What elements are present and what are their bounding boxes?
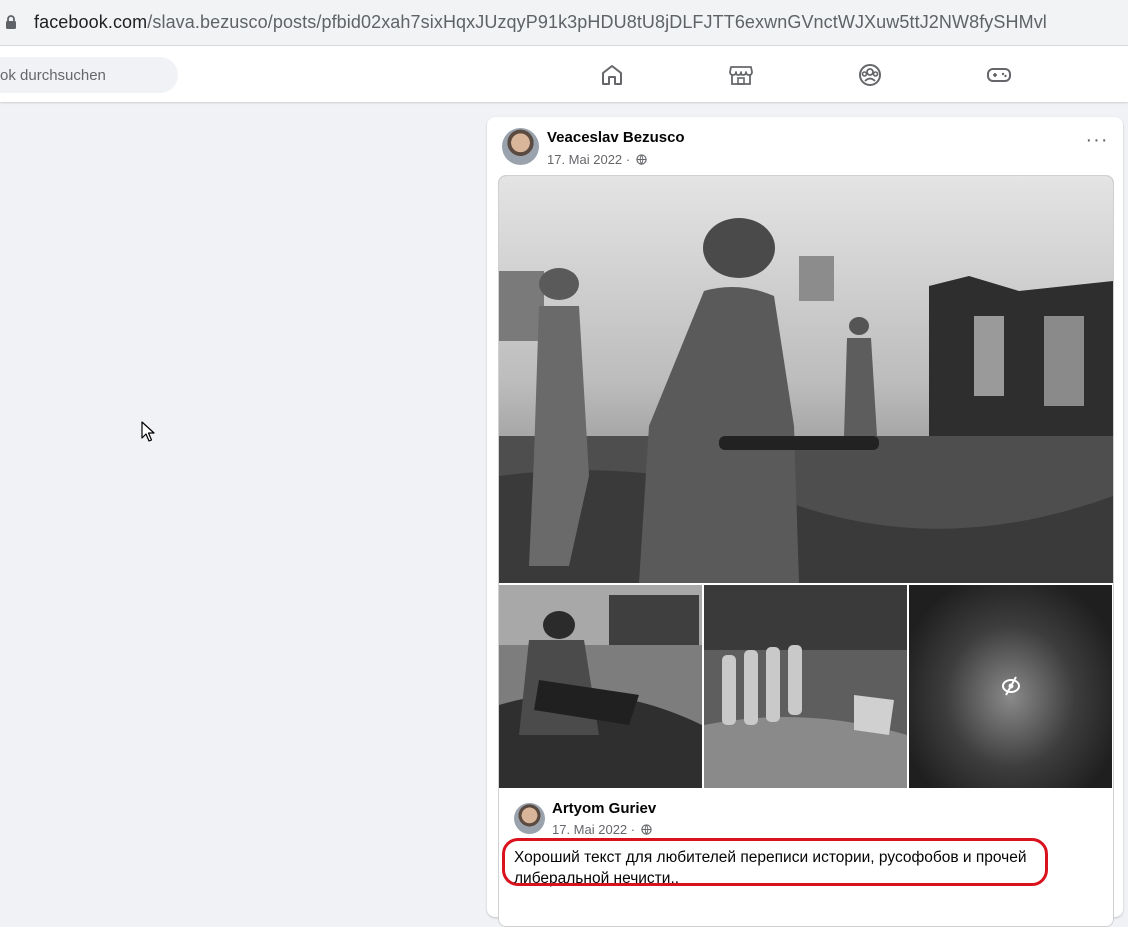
war-photo-image — [499, 176, 1113, 583]
soldiers-photo-image — [704, 585, 907, 788]
shared-photo-thumb-3-hidden[interactable] — [909, 585, 1112, 788]
shared-post-date[interactable]: 17. Mai 2022 — [552, 822, 627, 837]
author-avatar[interactable] — [502, 128, 539, 165]
globe-icon — [636, 154, 647, 165]
url-path: /slava.bezusco/posts/pfbid02xah7sixHqxJU… — [147, 12, 1047, 32]
post-meta: 17. Mai 2022 · — [547, 152, 647, 167]
more-options-button[interactable]: ··· — [1085, 130, 1109, 157]
shared-post[interactable]: Artyom Guriev 17. Mai 2022 · Хороший тек… — [498, 175, 1114, 927]
red-highlight-annotation — [502, 838, 1048, 886]
post-date[interactable]: 17. Mai 2022 — [547, 152, 622, 167]
url-domain: facebook.com — [34, 12, 148, 32]
facebook-top-nav — [0, 46, 1128, 102]
mouse-cursor-icon — [141, 421, 155, 442]
lock-icon — [6, 15, 16, 29]
groups-icon[interactable] — [857, 63, 883, 87]
post-author-name[interactable]: Veaceslav Bezusco — [547, 129, 685, 146]
globe-icon — [641, 824, 652, 835]
shared-photo-thumb-1[interactable] — [499, 585, 702, 788]
meta-separator: · — [622, 152, 634, 167]
shared-author-name[interactable]: Artyom Guriev — [552, 800, 656, 817]
browser-address-bar[interactable]: facebook.com/slava.bezusco/posts/pfbid02… — [0, 0, 1128, 46]
gaming-icon[interactable] — [986, 63, 1012, 87]
eye-off-icon — [1002, 676, 1020, 696]
shared-author-avatar[interactable] — [514, 803, 545, 834]
execution-photo-image — [499, 585, 702, 788]
home-icon[interactable] — [599, 63, 625, 87]
post-card: Veaceslav Bezusco 17. Mai 2022 · ··· Art… — [487, 117, 1123, 927]
meta-separator: · — [627, 822, 639, 837]
shared-photo-thumb-2[interactable] — [704, 585, 907, 788]
search-input[interactable] — [0, 57, 178, 93]
shared-post-meta: 17. Mai 2022 · — [552, 822, 652, 837]
url-text[interactable]: facebook.com/slava.bezusco/posts/pfbid02… — [34, 11, 1047, 33]
shared-photo-main[interactable] — [499, 176, 1113, 583]
marketplace-icon[interactable] — [728, 63, 754, 87]
